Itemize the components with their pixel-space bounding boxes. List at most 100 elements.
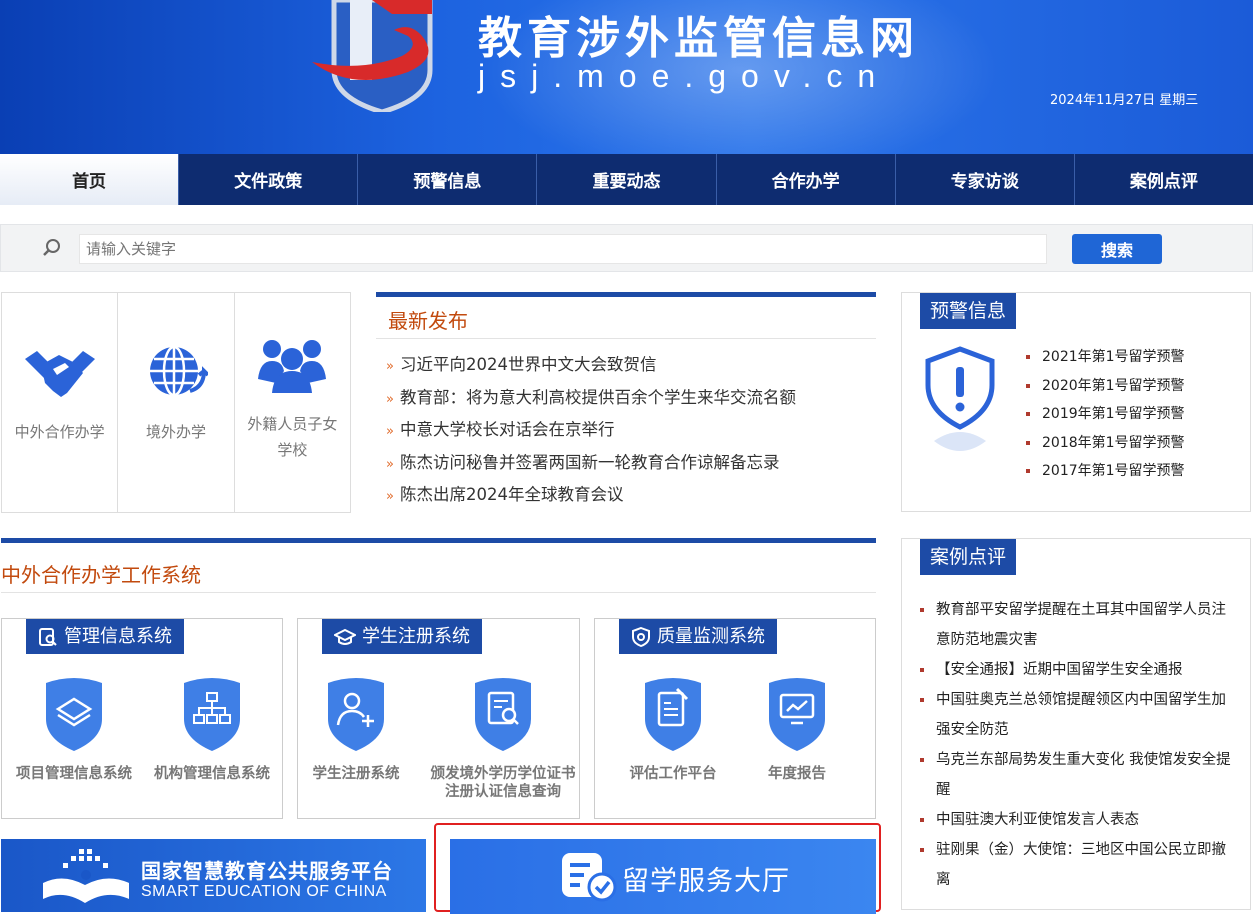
warning-title[interactable]: 预警信息	[920, 293, 1017, 329]
case-panel: 案例点评 教育部平安留学提醒在土耳其中国留学人员注意防范地震灾害 【安全通报】近…	[901, 538, 1251, 910]
case-item[interactable]: 乌克兰东部局势发生重大变化 我使馆发安全提醒	[920, 745, 1240, 805]
site-url: jsj.moe.gov.cn	[478, 58, 891, 94]
warning-list: 2021年第1号留学预警 2020年第1号留学预警 2019年第1号留学预警 2…	[1026, 343, 1185, 486]
study-service-hall-banner[interactable]: 留学服务大厅	[434, 823, 881, 914]
student-registration-tag[interactable]: 学生注册系统	[322, 619, 482, 654]
handshake-icon	[24, 351, 95, 397]
warning-item[interactable]: 2017年第1号留学预警	[1026, 457, 1185, 486]
project-management-system[interactable]: 项目管理信息系统	[4, 675, 144, 783]
bullet-icon	[920, 698, 924, 702]
section-title: 最新发布	[376, 297, 876, 339]
quick-links: 中外合作办学 境外办学 外籍人员子女学校	[1, 292, 351, 513]
document-search-icon	[475, 678, 531, 751]
document-search-icon	[39, 627, 57, 646]
header-banner: 教育涉外监管信息网 jsj.moe.gov.cn 2024年11月27日 星期三	[0, 0, 1253, 154]
quality-monitoring-box: 质量监测系统 评估工作平台 年度报告	[594, 618, 876, 819]
quick-link-overseas[interactable]: 境外办学	[117, 293, 233, 512]
nav-item-cases[interactable]: 案例点评	[1073, 154, 1253, 205]
graduation-cap-icon	[334, 628, 356, 645]
chart-monitor-icon	[769, 678, 825, 751]
quick-link-label: 外籍人员子女学校	[247, 415, 338, 459]
form-check-icon	[562, 853, 617, 902]
bullet-icon	[920, 668, 924, 672]
people-group-icon	[258, 340, 327, 393]
warning-item[interactable]: 2021年第1号留学预警	[1026, 343, 1185, 372]
study-hall-inner: 留学服务大厅	[450, 839, 876, 914]
search-button[interactable]: 搜索	[1072, 234, 1162, 264]
warning-shield-icon	[925, 346, 995, 451]
bullet-icon	[1026, 469, 1030, 473]
work-system-section: 中外合作办学工作系统 管理信息系统 项目管理信息系统 机构管理信息系统 学生注册…	[1, 538, 876, 819]
quick-link-foreign-school[interactable]: 外籍人员子女学校	[233, 293, 350, 512]
news-item[interactable]: » 习近平向2024世界中文大会致贺信	[376, 349, 876, 382]
quick-link-label: 中外合作办学	[14, 423, 105, 441]
main-nav: 首页 文件政策 预警信息 重要动态 合作办学 专家访谈 案例点评	[0, 154, 1253, 205]
search-bar: 搜索	[0, 224, 1253, 272]
bullet-icon	[1026, 412, 1030, 416]
nav-item-interview[interactable]: 专家访谈	[894, 154, 1074, 205]
case-item[interactable]: 驻刚果（金）大使馆：三地区中国公民立即撤离	[920, 835, 1240, 895]
double-arrow-icon: »	[386, 391, 394, 407]
double-arrow-icon: »	[386, 456, 394, 472]
quality-monitoring-tag[interactable]: 质量监测系统	[619, 619, 777, 654]
search-icon	[43, 239, 60, 256]
warning-item[interactable]: 2019年第1号留学预警	[1026, 400, 1185, 429]
evaluation-platform[interactable]: 评估工作平台	[603, 675, 743, 783]
news-list: » 习近平向2024世界中文大会致贺信 » 教育部：将为意大利高校提供百余个学生来华…	[376, 349, 876, 512]
user-add-icon	[328, 678, 384, 751]
edit-document-icon	[645, 678, 701, 751]
case-item[interactable]: 教育部平安留学提醒在土耳其中国留学人员注意防范地震灾害	[920, 595, 1240, 655]
certificate-query-system[interactable]: 颁发境外学历学位证书注册认证信息查询	[428, 675, 578, 801]
globe-icon	[149, 345, 208, 397]
student-registration-box: 学生注册系统 学生注册系统 颁发境外学历学位证书注册认证信息查询	[297, 618, 580, 819]
nav-item-cooperation[interactable]: 合作办学	[715, 154, 895, 205]
bullet-icon	[1026, 383, 1030, 388]
nav-item-warning[interactable]: 预警信息	[357, 154, 536, 205]
layers-icon	[46, 678, 102, 751]
nav-item-news[interactable]: 重要动态	[536, 154, 715, 205]
search-input[interactable]	[79, 234, 1047, 264]
quick-link-label: 境外办学	[145, 423, 206, 441]
nav-item-home[interactable]: 首页	[0, 154, 179, 205]
study-hall-label: 留学服务大厅	[622, 866, 790, 897]
warning-item[interactable]: 2020年第1号留学预警	[1026, 372, 1185, 401]
news-item[interactable]: » 陈杰出席2024年全球教育会议	[376, 479, 876, 512]
case-item[interactable]: 中国驻澳大利亚使馆发言人表态	[920, 805, 1240, 835]
site-logo-icon[interactable]	[312, 0, 452, 112]
bullet-icon	[1026, 355, 1030, 359]
quick-link-cooperation[interactable]: 中外合作办学	[2, 293, 117, 512]
news-item[interactable]: » 教育部：将为意大利高校提供百余个学生来华交流名额	[376, 382, 876, 415]
case-item[interactable]: 中国驻奥克兰总领馆提醒领区内中国留学生加强安全防范	[920, 685, 1240, 745]
management-system-box: 管理信息系统 项目管理信息系统 机构管理信息系统	[1, 618, 283, 819]
section-title: 中外合作办学工作系统	[1, 543, 876, 593]
news-item[interactable]: » 中意大学校长对话会在京举行	[376, 414, 876, 447]
annual-report[interactable]: 年度报告	[727, 675, 867, 783]
double-arrow-icon: »	[386, 489, 394, 504]
smart-edu-subtitle: SMART EDUCATION OF CHINA	[141, 883, 387, 900]
bullet-icon	[920, 608, 924, 612]
double-arrow-icon: »	[386, 359, 394, 374]
warning-item[interactable]: 2018年第1号留学预警	[1026, 429, 1185, 458]
shield-check-icon	[632, 626, 650, 647]
open-book-icon	[43, 849, 129, 903]
bullet-icon	[1026, 440, 1030, 445]
news-item[interactable]: » 陈杰访问秘鲁并签署两国新一轮教育合作谅解备忘录	[376, 447, 876, 480]
smart-education-banner[interactable]: 国家智慧教育公共服务平台 SMART EDUCATION OF CHINA	[1, 839, 426, 912]
case-list: 教育部平安留学提醒在土耳其中国留学人员注意防范地震灾害 【安全通报】近期中国留学…	[920, 595, 1240, 895]
warning-panel: 预警信息 2021年第1号留学预警 2020年第1号留学预警 2019年第1号留…	[901, 292, 1251, 512]
case-title[interactable]: 案例点评	[920, 539, 1017, 575]
nav-item-policy[interactable]: 文件政策	[178, 154, 357, 205]
bullet-icon	[920, 758, 924, 762]
bullet-icon	[920, 848, 924, 852]
bullet-icon	[920, 818, 924, 822]
institution-management-system[interactable]: 机构管理信息系统	[142, 675, 282, 783]
management-system-tag[interactable]: 管理信息系统	[26, 619, 184, 654]
double-arrow-icon: »	[386, 424, 394, 439]
case-item[interactable]: 【安全通报】近期中国留学生安全通报	[920, 655, 1240, 685]
site-title: 教育涉外监管信息网	[478, 13, 919, 64]
current-date: 2024年11月27日 星期三	[1050, 93, 1199, 108]
student-registration-system[interactable]: 学生注册系统	[286, 675, 426, 783]
smart-edu-title: 国家智慧教育公共服务平台	[141, 859, 393, 883]
org-chart-icon	[184, 678, 240, 751]
latest-news: 最新发布 » 习近平向2024世界中文大会致贺信 » 教育部：将为意大利高校提供百余…	[376, 292, 876, 504]
